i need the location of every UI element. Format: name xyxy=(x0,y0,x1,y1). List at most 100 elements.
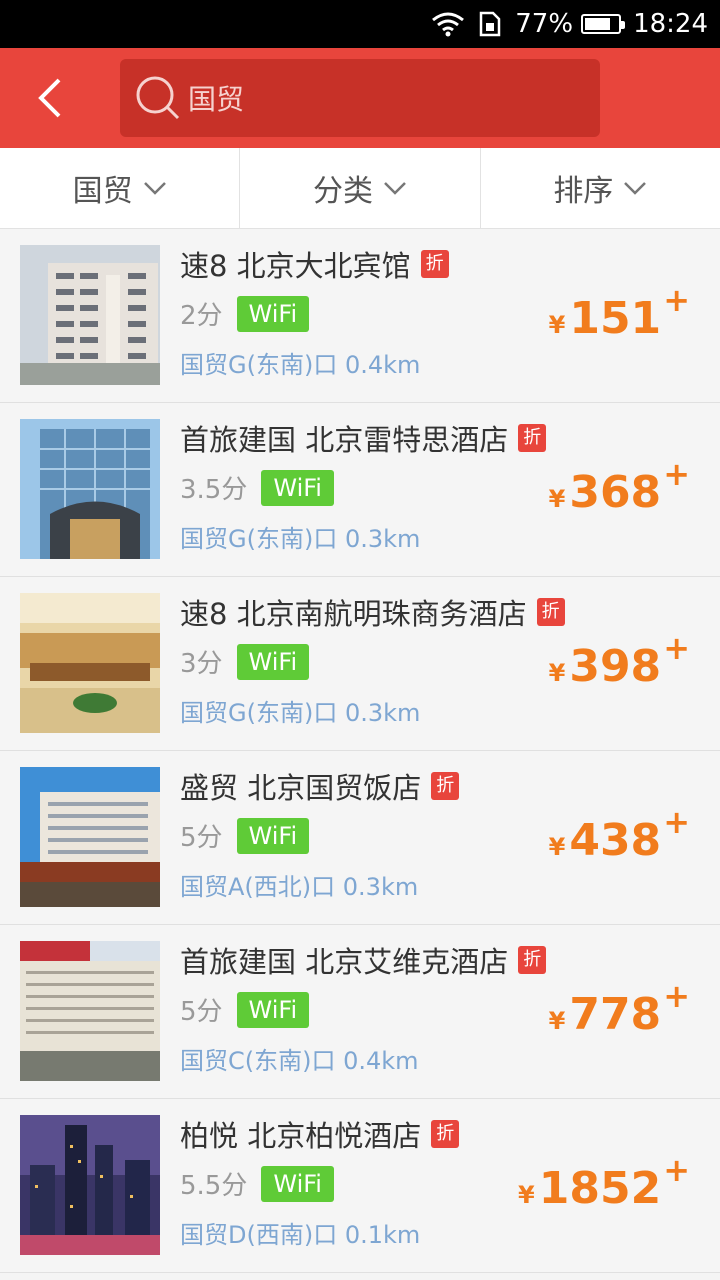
hotel-photo xyxy=(20,593,160,733)
discount-badge: 折 xyxy=(518,946,547,974)
hotel-name-row: 首旅建国 北京艾维克酒店折 xyxy=(180,939,547,981)
hotel-name-row: 速8 北京大北宾馆折 xyxy=(180,243,449,285)
hotel-rating-row: 3分 WiFi xyxy=(180,643,310,680)
hotel-price: ¥398 + xyxy=(548,632,690,697)
hotel-price: ¥368 + xyxy=(548,458,690,523)
hotel-location: 国贸A(西北)口 0.3km xyxy=(180,873,419,901)
price-suffix: + xyxy=(663,281,690,319)
battery-icon xyxy=(581,14,626,34)
filter-label: 排序 xyxy=(553,174,614,209)
filter-label: 国贸 xyxy=(72,174,133,209)
hotel-name-row: 盛贸 北京国贸饭店折 xyxy=(180,765,460,807)
hotel-list-item[interactable]: 速8 北京南航明珠商务酒店折 3分 WiFi 国贸G(东南)口 0.3km ¥39… xyxy=(0,577,720,751)
chevron-down-icon xyxy=(143,182,166,195)
hotel-location: 国贸D(西南)口 0.1km xyxy=(180,1221,421,1249)
wifi-badge: WiFi xyxy=(261,469,334,506)
discount-badge: 折 xyxy=(431,772,460,800)
discount-badge: 折 xyxy=(518,424,547,452)
search-query: 国贸 xyxy=(188,83,245,116)
hotel-location: 国贸G(东南)口 0.3km xyxy=(180,525,421,553)
price-suffix: + xyxy=(663,629,690,667)
currency-symbol: ¥ xyxy=(518,1181,535,1209)
price-suffix: + xyxy=(663,803,690,841)
hotel-rating-row: 3.5分 WiFi xyxy=(180,469,334,506)
hotel-price: ¥438 + xyxy=(548,806,690,871)
currency-symbol: ¥ xyxy=(548,833,566,861)
hotel-rating-row: 5分 WiFi xyxy=(180,817,310,854)
battery-level-fill xyxy=(585,18,610,30)
price-amount: 151 xyxy=(569,293,662,344)
price-suffix: + xyxy=(663,1151,690,1189)
search-icon xyxy=(136,76,180,120)
currency-symbol: ¥ xyxy=(548,659,566,687)
hotel-score: 2分 xyxy=(180,301,223,331)
hotel-rating-row: 2分 WiFi xyxy=(180,295,310,332)
clock: 18:24 xyxy=(633,9,708,39)
hotel-price: ¥778 + xyxy=(548,980,690,1045)
currency-symbol: ¥ xyxy=(548,311,566,339)
hotel-score: 5.5分 xyxy=(180,1171,248,1201)
discount-badge: 折 xyxy=(431,1120,460,1148)
hotel-score: 5分 xyxy=(180,997,223,1027)
hotel-name: 首旅建国 北京雷特思酒店 xyxy=(180,423,509,457)
hotel-price: ¥1852 + xyxy=(518,1154,690,1219)
status-bar: 77% 18:24 xyxy=(0,0,720,48)
wifi-badge: WiFi xyxy=(236,295,310,332)
price-amount: 398 xyxy=(569,641,662,692)
filter-area[interactable]: 国贸 xyxy=(0,148,241,228)
back-button[interactable] xyxy=(0,48,100,148)
wifi-badge: WiFi xyxy=(236,643,310,680)
discount-badge: 折 xyxy=(536,598,565,626)
wifi-badge: WiFi xyxy=(261,1165,334,1202)
wifi-signal-icon xyxy=(431,11,465,37)
price-suffix: + xyxy=(663,977,690,1015)
price-amount: 1852 xyxy=(538,1163,662,1214)
hotel-name-row: 首旅建国 北京雷特思酒店折 xyxy=(180,417,547,459)
hotel-score: 5分 xyxy=(180,823,223,853)
wifi-badge: WiFi xyxy=(236,817,310,854)
filter-category[interactable]: 分类 xyxy=(240,148,481,228)
hotel-photo xyxy=(20,767,160,907)
price-amount: 438 xyxy=(569,815,662,866)
battery-percent: 77% xyxy=(515,9,574,39)
hotel-name: 柏悦 北京柏悦酒店 xyxy=(180,1119,422,1153)
hotel-score: 3.5分 xyxy=(180,475,248,505)
chevron-down-icon xyxy=(384,182,406,195)
price-suffix: + xyxy=(663,455,690,493)
discount-badge: 折 xyxy=(420,250,449,278)
wifi-badge: WiFi xyxy=(236,991,310,1028)
hotel-list-item[interactable]: 首旅建国 北京雷特思酒店折 3.5分 WiFi 国贸G(东南)口 0.3km ¥3… xyxy=(0,403,720,577)
hotel-photo xyxy=(20,245,160,385)
hotel-location: 国贸G(东南)口 0.4km xyxy=(180,351,421,379)
top-bar: 国贸 xyxy=(0,48,720,148)
hotel-list-item[interactable]: 首旅建国 北京艾维克酒店折 5分 WiFi 国贸C(东南)口 0.4km ¥778… xyxy=(0,925,720,1099)
hotel-location: 国贸C(东南)口 0.4km xyxy=(180,1047,419,1075)
hotel-list-item[interactable]: 柏悦 北京柏悦酒店折 5.5分 WiFi 国贸D(西南)口 0.1km ¥1852… xyxy=(0,1099,720,1273)
hotel-rating-row: 5分 WiFi xyxy=(180,991,310,1028)
filter-label: 分类 xyxy=(312,174,373,209)
hotel-list-item[interactable]: 盛贸 北京国贸饭店折 5分 WiFi 国贸A(西北)口 0.3km ¥438 + xyxy=(0,751,720,925)
price-amount: 368 xyxy=(569,467,662,518)
hotel-name: 盛贸 北京国贸饭店 xyxy=(180,771,422,805)
hotel-list-item[interactable]: 速8 北京大北宾馆折 2分 WiFi 国贸G(东南)口 0.4km ¥151 + xyxy=(0,229,720,403)
hotel-name-row: 柏悦 北京柏悦酒店折 xyxy=(180,1113,460,1155)
currency-symbol: ¥ xyxy=(548,1007,566,1035)
hotel-name-row: 速8 北京南航明珠商务酒店折 xyxy=(180,591,565,633)
hotel-name: 首旅建国 北京艾维克酒店 xyxy=(180,945,509,979)
hotel-photo xyxy=(20,419,160,559)
hotel-price: ¥151 + xyxy=(548,284,690,349)
sim-card-icon xyxy=(477,11,503,37)
price-amount: 778 xyxy=(569,989,662,1040)
filter-sort[interactable]: 排序 xyxy=(481,148,720,228)
filter-bar: 国贸 分类 排序 xyxy=(0,148,720,229)
hotel-name: 速8 北京南航明珠商务酒店 xyxy=(180,597,527,631)
hotel-photo xyxy=(20,1115,160,1255)
hotel-rating-row: 5.5分 WiFi xyxy=(180,1165,334,1202)
chevron-down-icon xyxy=(624,182,647,195)
currency-symbol: ¥ xyxy=(548,485,566,513)
hotel-score: 3分 xyxy=(180,649,223,679)
hotel-location: 国贸G(东南)口 0.3km xyxy=(180,699,421,727)
chevron-left-icon xyxy=(38,78,61,118)
hotel-list: 速8 北京大北宾馆折 2分 WiFi 国贸G(东南)口 0.4km ¥151 + 首… xyxy=(0,229,720,1273)
search-input[interactable]: 国贸 xyxy=(120,59,600,137)
